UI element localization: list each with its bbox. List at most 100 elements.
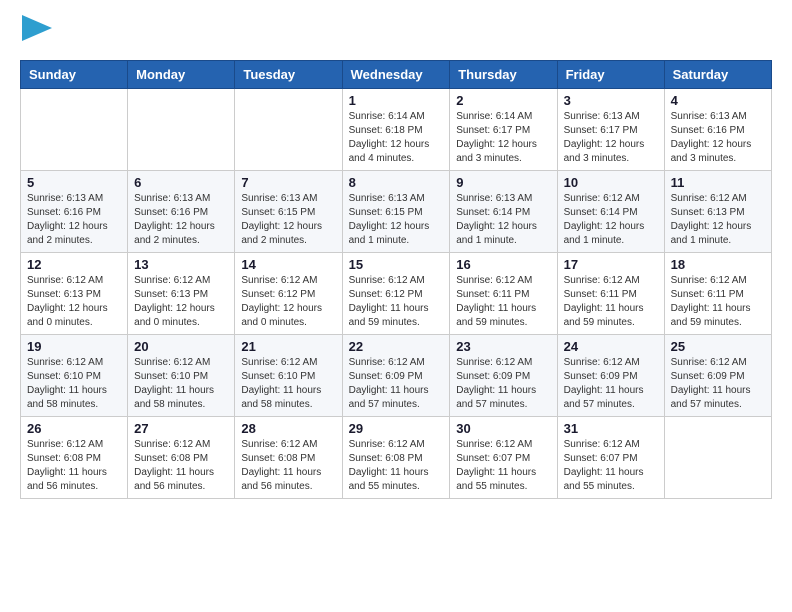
calendar-cell — [128, 89, 235, 171]
day-number: 4 — [671, 93, 765, 108]
day-number: 22 — [349, 339, 444, 354]
calendar-cell: 9 Sunrise: 6:13 AM Sunset: 6:14 PM Daylig… — [450, 171, 557, 253]
day-info: Sunrise: 6:13 AM Sunset: 6:17 PM Dayligh… — [564, 110, 658, 166]
calendar-cell: 11Sunrise: 6:12 AM Sunset: 6:13 PM Dayli… — [664, 171, 771, 253]
day-info: Sunrise: 6:13 AM Sunset: 6:15 PM Dayligh… — [349, 192, 444, 248]
day-info: Sunrise: 6:12 AM Sunset: 6:10 PM Dayligh… — [27, 356, 121, 412]
weekday-header-row: SundayMondayTuesdayWednesdayThursdayFrid… — [21, 61, 772, 89]
calendar-cell: 14 Sunrise: 6:12 AM Sunset: 6:12 PM Dayli… — [235, 253, 342, 335]
day-info: Sunrise: 6:12 AM Sunset: 6:13 PM Dayligh… — [671, 192, 765, 248]
day-number: 25 — [671, 339, 765, 354]
day-number: 1 — [349, 93, 444, 108]
day-info: Sunrise: 6:12 AM Sunset: 6:08 PM Dayligh… — [27, 438, 121, 494]
calendar-cell: 13 Sunrise: 6:12 AM Sunset: 6:13 PM Dayli… — [128, 253, 235, 335]
day-number: 6 — [134, 175, 228, 190]
day-info: Sunrise: 6:12 AM Sunset: 6:08 PM Dayligh… — [134, 438, 228, 494]
day-info: Sunrise: 6:12 AM Sunset: 6:10 PM Dayligh… — [241, 356, 335, 412]
calendar-week-row: 12 Sunrise: 6:12 AM Sunset: 6:13 PM Dayli… — [21, 253, 772, 335]
calendar-cell: 8 Sunrise: 6:13 AM Sunset: 6:15 PM Daylig… — [342, 171, 450, 253]
logo — [20, 20, 52, 44]
day-info: Sunrise: 6:12 AM Sunset: 6:11 PM Dayligh… — [564, 274, 658, 330]
day-info: Sunrise: 6:12 AM Sunset: 6:12 PM Dayligh… — [241, 274, 335, 330]
calendar-cell: 15Sunrise: 6:12 AM Sunset: 6:12 PM Dayli… — [342, 253, 450, 335]
calendar-cell: 19 Sunrise: 6:12 AM Sunset: 6:10 PM Dayli… — [21, 335, 128, 417]
calendar-cell: 28Sunrise: 6:12 AM Sunset: 6:08 PM Dayli… — [235, 417, 342, 499]
day-number: 29 — [349, 421, 444, 436]
day-number: 13 — [134, 257, 228, 272]
day-number: 12 — [27, 257, 121, 272]
calendar-cell: 22 Sunrise: 6:12 AM Sunset: 6:09 PM Dayli… — [342, 335, 450, 417]
calendar-week-row: 26 Sunrise: 6:12 AM Sunset: 6:08 PM Dayli… — [21, 417, 772, 499]
weekday-header: Tuesday — [235, 61, 342, 89]
calendar-cell: 27 Sunrise: 6:12 AM Sunset: 6:08 PM Dayli… — [128, 417, 235, 499]
weekday-header: Friday — [557, 61, 664, 89]
calendar-cell: 6Sunrise: 6:13 AM Sunset: 6:16 PM Daylig… — [128, 171, 235, 253]
day-info: Sunrise: 6:14 AM Sunset: 6:18 PM Dayligh… — [349, 110, 444, 166]
day-number: 8 — [349, 175, 444, 190]
day-info: Sunrise: 6:13 AM Sunset: 6:16 PM Dayligh… — [27, 192, 121, 248]
day-number: 5 — [27, 175, 121, 190]
calendar-cell: 25 Sunrise: 6:12 AM Sunset: 6:09 PM Dayli… — [664, 335, 771, 417]
calendar-cell: 4 Sunrise: 6:13 AM Sunset: 6:16 PM Daylig… — [664, 89, 771, 171]
calendar-cell: 31 Sunrise: 6:12 AM Sunset: 6:07 PM Dayli… — [557, 417, 664, 499]
calendar-cell: 23 Sunrise: 6:12 AM Sunset: 6:09 PM Dayli… — [450, 335, 557, 417]
weekday-header: Sunday — [21, 61, 128, 89]
calendar-cell: 12 Sunrise: 6:12 AM Sunset: 6:13 PM Dayli… — [21, 253, 128, 335]
weekday-header: Saturday — [664, 61, 771, 89]
calendar-cell — [235, 89, 342, 171]
calendar-cell: 30 Sunrise: 6:12 AM Sunset: 6:07 PM Dayli… — [450, 417, 557, 499]
calendar-cell: 26 Sunrise: 6:12 AM Sunset: 6:08 PM Dayli… — [21, 417, 128, 499]
day-number: 3 — [564, 93, 658, 108]
day-info: Sunrise: 6:12 AM Sunset: 6:13 PM Dayligh… — [134, 274, 228, 330]
calendar-cell: 20Sunrise: 6:12 AM Sunset: 6:10 PM Dayli… — [128, 335, 235, 417]
calendar-cell: 21 Sunrise: 6:12 AM Sunset: 6:10 PM Dayli… — [235, 335, 342, 417]
day-info: Sunrise: 6:12 AM Sunset: 6:12 PM Dayligh… — [349, 274, 444, 330]
calendar-cell: 1 Sunrise: 6:14 AM Sunset: 6:18 PM Daylig… — [342, 89, 450, 171]
day-info: Sunrise: 6:12 AM Sunset: 6:08 PM Dayligh… — [241, 438, 335, 494]
day-info: Sunrise: 6:12 AM Sunset: 6:09 PM Dayligh… — [456, 356, 550, 412]
calendar-cell: 17Sunrise: 6:12 AM Sunset: 6:11 PM Dayli… — [557, 253, 664, 335]
day-info: Sunrise: 6:12 AM Sunset: 6:08 PM Dayligh… — [349, 438, 444, 494]
calendar-cell — [664, 417, 771, 499]
day-info: Sunrise: 6:12 AM Sunset: 6:09 PM Dayligh… — [671, 356, 765, 412]
calendar-cell: 29 Sunrise: 6:12 AM Sunset: 6:08 PM Dayli… — [342, 417, 450, 499]
day-number: 26 — [27, 421, 121, 436]
day-info: Sunrise: 6:12 AM Sunset: 6:07 PM Dayligh… — [564, 438, 658, 494]
day-number: 7 — [241, 175, 335, 190]
weekday-header: Thursday — [450, 61, 557, 89]
day-number: 27 — [134, 421, 228, 436]
day-info: Sunrise: 6:13 AM Sunset: 6:14 PM Dayligh… — [456, 192, 550, 248]
day-info: Sunrise: 6:12 AM Sunset: 6:10 PM Dayligh… — [134, 356, 228, 412]
day-info: Sunrise: 6:13 AM Sunset: 6:16 PM Dayligh… — [671, 110, 765, 166]
day-number: 14 — [241, 257, 335, 272]
day-number: 21 — [241, 339, 335, 354]
logo-arrow-icon — [22, 15, 52, 41]
calendar-cell: 7 Sunrise: 6:13 AM Sunset: 6:15 PM Daylig… — [235, 171, 342, 253]
calendar-week-row: 1 Sunrise: 6:14 AM Sunset: 6:18 PM Daylig… — [21, 89, 772, 171]
day-info: Sunrise: 6:12 AM Sunset: 6:13 PM Dayligh… — [27, 274, 121, 330]
calendar-cell: 3 Sunrise: 6:13 AM Sunset: 6:17 PM Daylig… — [557, 89, 664, 171]
calendar-cell: 5 Sunrise: 6:13 AM Sunset: 6:16 PM Daylig… — [21, 171, 128, 253]
day-info: Sunrise: 6:12 AM Sunset: 6:14 PM Dayligh… — [564, 192, 658, 248]
day-info: Sunrise: 6:12 AM Sunset: 6:09 PM Dayligh… — [564, 356, 658, 412]
day-info: Sunrise: 6:12 AM Sunset: 6:09 PM Dayligh… — [349, 356, 444, 412]
day-number: 19 — [27, 339, 121, 354]
day-info: Sunrise: 6:12 AM Sunset: 6:07 PM Dayligh… — [456, 438, 550, 494]
day-number: 31 — [564, 421, 658, 436]
calendar-week-row: 5 Sunrise: 6:13 AM Sunset: 6:16 PM Daylig… — [21, 171, 772, 253]
day-number: 18 — [671, 257, 765, 272]
calendar-cell: 24Sunrise: 6:12 AM Sunset: 6:09 PM Dayli… — [557, 335, 664, 417]
day-number: 2 — [456, 93, 550, 108]
day-number: 30 — [456, 421, 550, 436]
day-number: 9 — [456, 175, 550, 190]
day-number: 23 — [456, 339, 550, 354]
day-info: Sunrise: 6:14 AM Sunset: 6:17 PM Dayligh… — [456, 110, 550, 166]
calendar-cell: 2 Sunrise: 6:14 AM Sunset: 6:17 PM Daylig… — [450, 89, 557, 171]
day-info: Sunrise: 6:13 AM Sunset: 6:15 PM Dayligh… — [241, 192, 335, 248]
day-info: Sunrise: 6:12 AM Sunset: 6:11 PM Dayligh… — [456, 274, 550, 330]
calendar-cell: 16 Sunrise: 6:12 AM Sunset: 6:11 PM Dayli… — [450, 253, 557, 335]
calendar-week-row: 19 Sunrise: 6:12 AM Sunset: 6:10 PM Dayli… — [21, 335, 772, 417]
weekday-header: Wednesday — [342, 61, 450, 89]
day-info: Sunrise: 6:12 AM Sunset: 6:11 PM Dayligh… — [671, 274, 765, 330]
day-number: 16 — [456, 257, 550, 272]
